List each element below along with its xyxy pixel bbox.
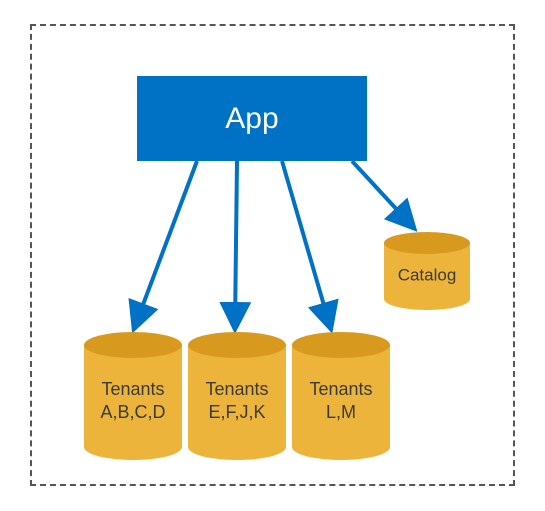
tenant-db-1-label: Tenants A,B,C,D [82, 378, 184, 423]
arrow-app-to-db1 [135, 161, 197, 326]
tenant-db-3-line1: Tenants [309, 379, 372, 399]
arrow-app-to-db2 [235, 161, 237, 326]
tenant-db-3-label: Tenants L,M [290, 378, 392, 423]
tenant-database-2: Tenants E,F,J,K [186, 331, 288, 461]
tenant-db-2-line2: E,F,J,K [208, 402, 265, 422]
tenant-database-1: Tenants A,B,C,D [82, 331, 184, 461]
diagram-frame: App Catalog Tenants [30, 24, 515, 486]
catalog-label: Catalog [382, 265, 472, 286]
tenant-db-2-line1: Tenants [205, 379, 268, 399]
tenant-db-3-line2: L,M [326, 402, 356, 422]
tenant-db-2-label: Tenants E,F,J,K [186, 378, 288, 423]
tenant-db-1-line1: Tenants [101, 379, 164, 399]
catalog-database: Catalog [382, 231, 472, 311]
arrow-app-to-catalog [352, 161, 412, 226]
tenant-database-3: Tenants L,M [290, 331, 392, 461]
arrow-app-to-db3 [282, 161, 330, 326]
tenant-db-1-line2: A,B,C,D [100, 402, 165, 422]
